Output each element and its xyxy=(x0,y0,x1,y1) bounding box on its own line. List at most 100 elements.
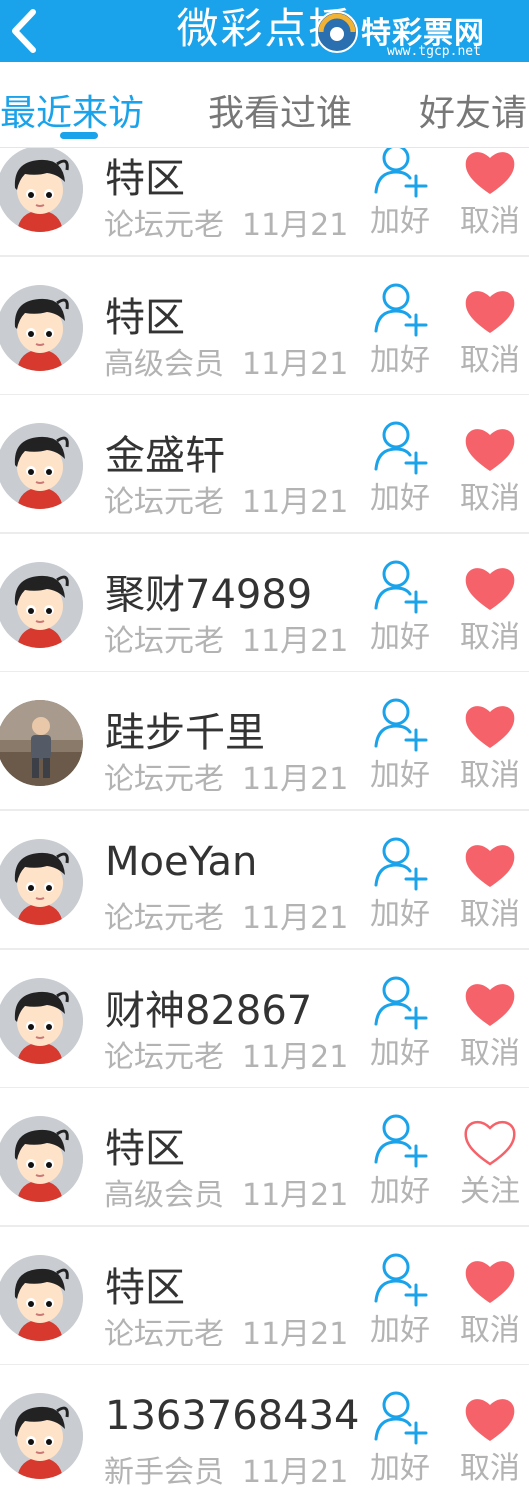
add-friend-label: 加好 xyxy=(370,204,430,239)
add-user-icon xyxy=(374,560,428,614)
user-meta: 论坛元老 11月21 xyxy=(104,1309,348,1353)
avatar[interactable] xyxy=(0,1393,83,1479)
add-friend-label: 加好 xyxy=(370,758,430,793)
user-level: 论坛元老 xyxy=(104,762,224,797)
list-item[interactable]: 特区 高级会员 11月21 加好 关注 xyxy=(0,1088,529,1227)
add-user-icon xyxy=(374,1391,428,1445)
unfollow-button[interactable]: 取消 xyxy=(456,281,524,381)
follow-label: 取消 xyxy=(460,897,520,932)
add-friend-button[interactable]: 加好 xyxy=(366,281,434,381)
watermark: 特彩票网 www.tgcp.net xyxy=(315,6,525,60)
unfollow-button[interactable]: 取消 xyxy=(456,419,524,519)
heart-filled-icon xyxy=(465,1261,515,1303)
follow-label: 取消 xyxy=(460,1036,520,1071)
unfollow-button[interactable]: 取消 xyxy=(456,974,524,1074)
follow-label: 取消 xyxy=(460,481,520,516)
add-user-icon xyxy=(374,976,428,1030)
add-friend-label: 加好 xyxy=(370,1174,430,1209)
user-name[interactable]: 聚财74989 xyxy=(105,562,312,620)
list-item[interactable]: 财神82867 论坛元老 11月21 加好 取消 xyxy=(0,950,529,1089)
heart-filled-icon xyxy=(465,706,515,748)
add-friend-label: 加好 xyxy=(370,1451,430,1486)
avatar[interactable] xyxy=(0,562,83,648)
avatar[interactable] xyxy=(0,1116,83,1202)
list-item[interactable]: MoeYan 论坛元老 11月21 加好 取消 xyxy=(0,811,529,950)
visit-date: 11月21 xyxy=(242,208,349,243)
add-friend-label: 加好 xyxy=(370,481,430,516)
user-name[interactable]: 特区 xyxy=(105,1255,185,1313)
add-friend-button[interactable]: 加好 xyxy=(366,419,434,519)
avatar[interactable] xyxy=(0,700,83,786)
add-friend-button[interactable]: 加好 xyxy=(366,558,434,658)
visit-date: 11月21 xyxy=(242,1040,349,1075)
list-item[interactable]: 聚财74989 论坛元老 11月21 加好 取消 xyxy=(0,534,529,673)
add-user-icon xyxy=(374,144,428,198)
add-friend-button[interactable]: 加好 xyxy=(366,1112,434,1212)
list-item[interactable]: 特区 高级会员 11月21 加好 取消 xyxy=(0,257,529,396)
add-friend-button[interactable]: 加好 xyxy=(366,1251,434,1351)
user-level: 论坛元老 xyxy=(104,208,224,243)
tab-recent-visitors[interactable]: 最近来访 xyxy=(0,84,144,136)
add-friend-button[interactable]: 加好 xyxy=(366,835,434,935)
list-item[interactable]: 跬步千里论坛元老 11月21 加好 取消 xyxy=(0,672,529,811)
follow-label: 取消 xyxy=(460,204,520,239)
follow-label: 取消 xyxy=(460,1313,520,1348)
user-meta: 论坛元老 11月21 xyxy=(104,1032,348,1076)
add-friend-label: 加好 xyxy=(370,897,430,932)
avatar[interactable] xyxy=(0,978,83,1064)
user-meta: 论坛元老 11月21 xyxy=(104,200,348,244)
avatar[interactable] xyxy=(0,146,83,232)
unfollow-button[interactable]: 取消 xyxy=(456,1389,524,1489)
user-name[interactable]: 金盛轩 xyxy=(105,423,225,481)
heart-filled-icon xyxy=(465,429,515,471)
heart-filled-icon xyxy=(465,568,515,610)
unfollow-button[interactable]: 取消 xyxy=(456,835,524,935)
follow-button[interactable]: 关注 xyxy=(456,1112,524,1212)
add-friend-label: 加好 xyxy=(370,620,430,655)
unfollow-button[interactable]: 取消 xyxy=(456,558,524,658)
user-name[interactable]: 跬步千里 xyxy=(105,700,265,758)
user-meta: 新手会员 11月21 xyxy=(104,1447,348,1491)
unfollow-button[interactable]: 取消 xyxy=(456,1251,524,1351)
unfollow-button[interactable]: 取消 xyxy=(456,142,524,242)
list-item[interactable]: 1363768434 新手会员 11月21 加好 取消 xyxy=(0,1365,529,1500)
avatar[interactable] xyxy=(0,423,83,509)
avatar[interactable] xyxy=(0,1255,83,1341)
heart-filled-icon xyxy=(465,1399,515,1441)
add-friend-label: 加好 xyxy=(370,1036,430,1071)
user-level: 论坛元老 xyxy=(104,1040,224,1075)
user-level: 论坛元老 xyxy=(104,624,224,659)
user-name[interactable]: 特区 xyxy=(105,146,185,204)
user-name[interactable]: 特区 xyxy=(105,285,185,343)
add-user-icon xyxy=(374,698,428,752)
user-name[interactable]: 1363768434 xyxy=(105,1393,360,1439)
list-item[interactable]: 金盛轩论坛元老 11月21 加好 取消 xyxy=(0,395,529,534)
add-friend-button[interactable]: 加好 xyxy=(366,696,434,796)
add-friend-label: 加好 xyxy=(370,343,430,378)
follow-label: 关注 xyxy=(460,1174,520,1209)
visit-date: 11月21 xyxy=(242,762,349,797)
list-item[interactable]: 特区 论坛元老 11月21 加好 取消 xyxy=(0,1227,529,1366)
visit-date: 11月21 xyxy=(242,485,349,520)
user-meta: 论坛元老 11月21 xyxy=(104,893,348,937)
tab-who-i-viewed[interactable]: 我看过谁 xyxy=(208,84,352,136)
add-user-icon xyxy=(374,1253,428,1307)
user-name[interactable]: MoeYan xyxy=(105,839,257,885)
user-meta: 论坛元老 11月21 xyxy=(104,477,348,521)
add-friend-button[interactable]: 加好 xyxy=(366,142,434,242)
user-name[interactable]: 特区 xyxy=(105,1116,185,1174)
add-friend-button[interactable]: 加好 xyxy=(366,1389,434,1489)
unfollow-button[interactable]: 取消 xyxy=(456,696,524,796)
avatar[interactable] xyxy=(0,839,83,925)
add-user-icon xyxy=(374,1114,428,1168)
add-friend-button[interactable]: 加好 xyxy=(366,974,434,1074)
avatar[interactable] xyxy=(0,285,83,371)
tab-friend-requests[interactable]: 好友请 xyxy=(419,84,527,136)
user-level: 论坛元老 xyxy=(104,485,224,520)
heart-filled-icon xyxy=(465,845,515,887)
add-user-icon xyxy=(374,421,428,475)
user-name[interactable]: 财神82867 xyxy=(105,978,312,1036)
watermark-url: www.tgcp.net xyxy=(387,44,481,59)
user-meta: 高级会员 11月21 xyxy=(104,339,348,383)
user-level: 新手会员 xyxy=(104,1455,224,1490)
